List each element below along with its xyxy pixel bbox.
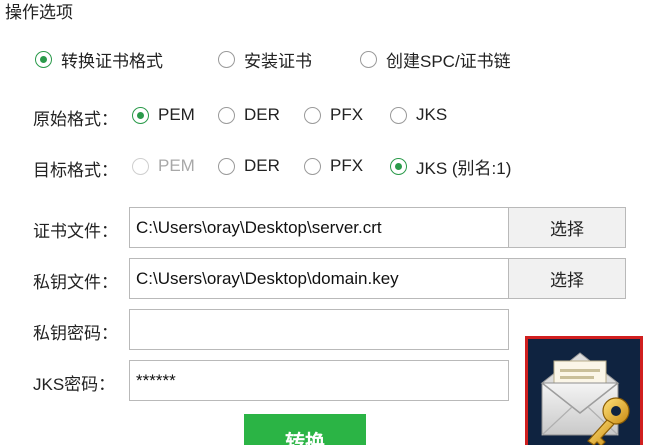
radio-unchecked-icon (360, 50, 377, 68)
target-format-radio-group: PEM DER PFX JKS (别名:1) (132, 151, 511, 181)
radio-source-jks[interactable]: JKS (390, 105, 447, 125)
radio-checked-icon (35, 50, 52, 68)
radio-source-pfx[interactable]: PFX (304, 105, 390, 125)
radio-target-pfx[interactable]: PFX (304, 156, 390, 176)
radio-checked-icon (132, 106, 149, 124)
source-format-label: 原始格式： (33, 110, 118, 129)
radio-label: 安装证书 (244, 51, 312, 71)
key-file-input[interactable]: C:\Users\oray\Desktop\domain.key (129, 258, 509, 299)
radio-label: DER (244, 156, 280, 175)
radio-install-cert[interactable]: 安装证书 (218, 47, 360, 72)
radio-target-pem: PEM (132, 156, 218, 176)
cert-file-select-button[interactable]: 选择 (508, 207, 626, 248)
radio-convert-format[interactable]: 转换证书格式 (35, 47, 218, 72)
radio-label: PFX (330, 156, 364, 175)
radio-disabled-icon (132, 157, 149, 175)
radio-label: DER (244, 105, 280, 124)
radio-label: 创建SPC/证书链 (386, 51, 511, 71)
radio-unchecked-icon (218, 106, 235, 124)
key-file-select-button[interactable]: 选择 (508, 258, 626, 299)
radio-label: JKS (416, 105, 448, 124)
target-format-label: 目标格式： (33, 161, 118, 180)
key-file-label: 私钥文件： (33, 273, 118, 292)
operation-radio-group: 转换证书格式 安装证书 创建SPC/证书链 (35, 44, 511, 74)
radio-unchecked-icon (304, 157, 321, 175)
jks-password-label: JKS密码： (33, 375, 116, 394)
radio-label: JKS (别名:1) (416, 158, 512, 178)
radio-unchecked-icon (390, 106, 407, 124)
radio-label: 转换证书格式 (61, 51, 163, 71)
radio-unchecked-icon (218, 50, 235, 68)
radio-checked-icon (390, 157, 407, 175)
jks-password-input[interactable]: ****** (129, 360, 509, 401)
key-password-input[interactable] (129, 309, 509, 350)
radio-unchecked-icon (218, 157, 235, 175)
section-title: 操作选项 (5, 3, 73, 22)
radio-unchecked-icon (304, 106, 321, 124)
radio-target-der[interactable]: DER (218, 156, 304, 176)
source-format-radio-group: PEM DER PFX JKS (132, 100, 447, 130)
key-password-label: 私钥密码： (33, 324, 118, 343)
certificate-envelope-key-graphic (540, 352, 630, 445)
radio-create-spc-chain[interactable]: 创建SPC/证书链 (360, 47, 511, 72)
radio-label: PEM (158, 156, 195, 175)
cert-file-input[interactable]: C:\Users\oray\Desktop\server.crt (129, 207, 509, 248)
cert-file-label: 证书文件： (33, 222, 118, 241)
radio-label: PEM (158, 105, 195, 124)
radio-label: PFX (330, 105, 364, 124)
radio-source-pem[interactable]: PEM (132, 105, 218, 125)
convert-button[interactable]: 转换 (244, 414, 366, 445)
radio-source-der[interactable]: DER (218, 105, 304, 125)
radio-target-jks[interactable]: JKS (别名:1) (390, 154, 511, 179)
certificate-envelope-key-icon (525, 336, 643, 445)
